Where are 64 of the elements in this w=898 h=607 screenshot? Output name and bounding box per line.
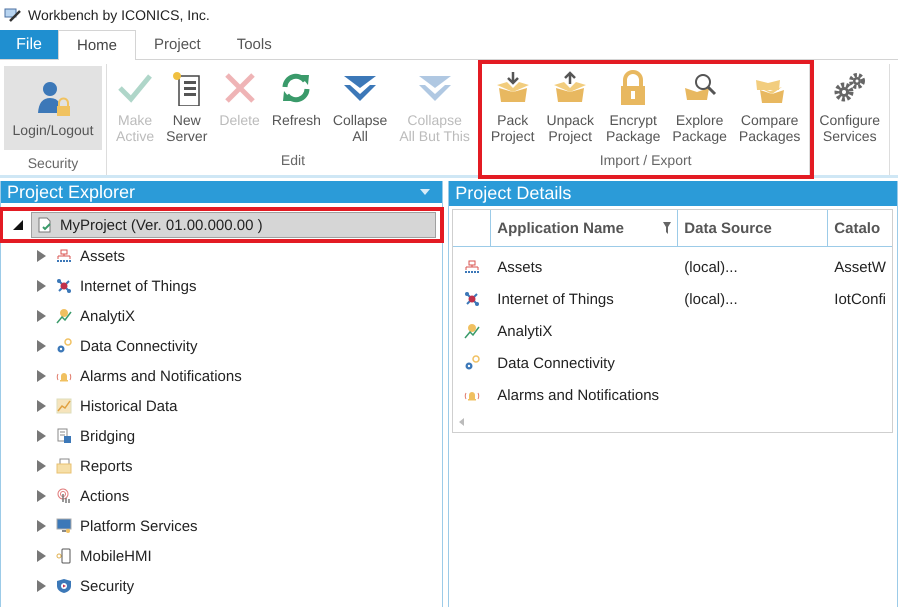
ribbon-button[interactable]: Login/Logout xyxy=(4,66,102,150)
filter-icon xyxy=(663,222,672,234)
table-cell-text: AssetW xyxy=(833,258,887,276)
group-label: Security xyxy=(26,154,80,173)
document-icon xyxy=(36,217,52,233)
group-label: Edit xyxy=(280,151,306,170)
tree-item[interactable]: Bridging xyxy=(52,423,142,449)
bridge-document-icon xyxy=(56,428,72,444)
tree-item[interactable]: Assets xyxy=(52,243,132,269)
scroll-left-icon xyxy=(459,418,464,426)
ribbon-button[interactable]: Configure Services xyxy=(814,66,886,146)
user-lock-icon xyxy=(35,80,71,116)
table-cell-text: Internet of Things xyxy=(496,290,615,308)
chart-person-icon xyxy=(464,323,480,339)
ribbon-tab[interactable]: Home xyxy=(58,30,136,60)
chart-person-icon xyxy=(56,308,72,324)
ribbon-button[interactable]: Pack Project xyxy=(486,66,540,146)
panel-title: Project Details xyxy=(455,183,572,204)
ribbon-button[interactable]: Encrypt Package xyxy=(600,66,666,146)
ribbon-button[interactable]: Compare Packages xyxy=(734,66,806,146)
ribbon-button[interactable]: Unpack Project xyxy=(541,66,599,146)
history-chart-icon xyxy=(56,398,72,414)
tree-item[interactable]: Historical Data xyxy=(52,393,184,419)
table-cell-text: IotConfi xyxy=(833,290,887,308)
tree-item[interactable]: Internet of Things xyxy=(52,273,202,299)
window-title: Workbench by ICONICS, Inc. xyxy=(28,7,210,23)
network-icon xyxy=(464,291,480,307)
dropdown-icon xyxy=(420,189,430,195)
table-cell-text: (local)... xyxy=(683,258,739,276)
folder-icon xyxy=(56,458,72,474)
table-cell-text: Assets xyxy=(496,258,544,276)
network-icon xyxy=(56,278,72,294)
tree-item[interactable]: Platform Services xyxy=(52,513,204,539)
phone-icon xyxy=(56,548,72,564)
table-cell-text: Data Connectivity xyxy=(496,354,616,372)
ribbon-tab[interactable]: Tools xyxy=(218,30,290,59)
table-cell-text: AnalytiX xyxy=(496,322,554,340)
ribbon-button[interactable]: Refresh xyxy=(266,66,326,130)
tree-item[interactable]: Alarms and Notifications xyxy=(52,363,248,389)
hierarchy-icon xyxy=(56,248,72,264)
table-cell-text: (local)... xyxy=(683,290,739,308)
tree-item[interactable]: Actions xyxy=(52,483,136,509)
touch-icon xyxy=(56,488,72,504)
tree-item[interactable]: AnalytiX xyxy=(52,303,142,329)
ribbon-button[interactable]: New Server xyxy=(161,66,212,146)
monitor-icon xyxy=(56,518,72,534)
ribbon-button[interactable]: Explore Package xyxy=(667,66,732,146)
hierarchy-icon xyxy=(464,259,480,275)
panel-title: Project Explorer xyxy=(7,182,136,202)
app-icon xyxy=(4,7,22,23)
table-cell-text: Alarms and Notifications xyxy=(496,386,660,404)
column-header[interactable]: Catalo xyxy=(828,210,892,246)
group-label: Import / Export xyxy=(598,151,693,170)
tree-item[interactable]: MyProject (Ver. 01.00.000.00 ) xyxy=(31,212,436,238)
tree-item[interactable]: Reports xyxy=(52,453,139,479)
ribbon-button[interactable]: Collapse All xyxy=(328,66,392,146)
tree-item[interactable]: Data Connectivity xyxy=(52,333,204,359)
ribbon-tab[interactable]: Project xyxy=(136,30,219,59)
tree-item[interactable]: MobileHMI xyxy=(52,543,158,569)
tree-item[interactable]: Security xyxy=(52,573,140,599)
column-header[interactable]: Application Name xyxy=(491,210,678,246)
file-tab[interactable]: File xyxy=(0,30,58,59)
column-header[interactable]: Data Source xyxy=(678,210,828,246)
shield-icon xyxy=(56,578,72,594)
